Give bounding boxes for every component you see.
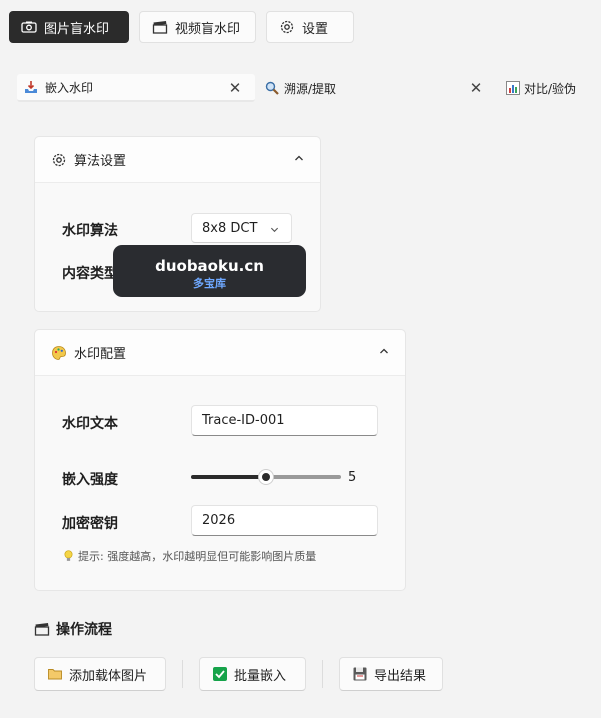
button-label: 导出结果 (374, 668, 427, 684)
close-icon[interactable]: ✕ (227, 79, 243, 97)
hint-text: 提示: 强度越高，水印越明显但可能影响图片质量 (62, 548, 316, 564)
card-title: 水印配置 (74, 347, 127, 362)
tab-label: 视频盲水印 (175, 21, 241, 37)
subtab-label: 溯源/提取 (284, 81, 337, 96)
overlay-site: duobaoku.cn (155, 257, 264, 275)
hint-label: 提示: 强度越高，水印越明显但可能影响图片质量 (78, 550, 317, 563)
subtab-label: 嵌入水印 (45, 80, 94, 95)
watermark-text-label: 水印文本 (62, 416, 118, 432)
button-label: 批量嵌入 (234, 668, 287, 684)
clapperboard-icon (152, 19, 168, 35)
magnifier-icon (264, 80, 280, 96)
strength-slider[interactable] (191, 469, 341, 485)
watermark-card-header[interactable]: 水印配置 (35, 330, 405, 376)
slider-thumb[interactable] (259, 470, 273, 484)
tab-video-watermark[interactable]: 视频盲水印 (139, 11, 256, 43)
algorithm-select[interactable]: 8x8 DCT (191, 213, 292, 243)
camera-icon (21, 19, 37, 35)
slider-track-empty (272, 475, 341, 479)
encryption-key-label: 加密密钥 (62, 516, 118, 532)
content-type-label: 内容类型 (62, 266, 118, 282)
chevron-up-icon[interactable] (294, 153, 304, 163)
overlay-name: 多宝库 (193, 277, 226, 290)
close-icon[interactable]: ✕ (468, 79, 484, 97)
gear-icon (51, 152, 67, 168)
toolbar-separator (182, 660, 183, 688)
tab-image-watermark[interactable]: 图片盲水印 (9, 11, 129, 43)
chevron-up-icon[interactable] (379, 346, 389, 356)
strength-value: 5 (348, 470, 357, 485)
subtab-embed[interactable]: 嵌入水印 ✕ (17, 74, 255, 102)
card-title: 算法设置 (74, 154, 127, 169)
add-carrier-image-button[interactable]: 添加载体图片 (34, 657, 166, 691)
subtab-compare[interactable]: 对比/验伪 (505, 74, 595, 102)
watermark-overlay: duobaoku.cn 多宝库 (113, 245, 306, 297)
lightbulb-icon (62, 550, 75, 563)
watermark-config-card: 水印配置 水印文本 Trace-ID-001 嵌入强度 5 加密密钥 2026 … (34, 329, 406, 591)
floppy-disk-icon (352, 666, 368, 682)
gear-icon (279, 19, 295, 35)
tab-label: 图片盲水印 (44, 21, 110, 37)
check-box-icon (212, 666, 228, 682)
workflow-title: 操作流程 (56, 622, 112, 638)
folder-icon (47, 666, 63, 682)
watermark-text-value: Trace-ID-001 (202, 413, 285, 428)
export-results-button[interactable]: 导出结果 (339, 657, 443, 691)
tab-label: 设置 (302, 21, 329, 37)
encryption-key-input[interactable]: 2026 (191, 505, 378, 536)
workflow-heading: 操作流程 (34, 619, 112, 639)
algorithm-value: 8x8 DCT (202, 220, 258, 236)
encryption-key-value: 2026 (202, 513, 236, 528)
subtab-trace[interactable]: 溯源/提取 ✕ (264, 74, 494, 102)
strength-label: 嵌入强度 (62, 472, 118, 488)
bar-chart-icon (505, 80, 521, 96)
toolbar-separator (322, 660, 323, 688)
inbox-tray-icon (23, 79, 39, 95)
tab-settings[interactable]: 设置 (266, 11, 354, 43)
clapperboard-icon (34, 621, 50, 637)
chevron-down-icon (270, 227, 279, 233)
button-label: 添加载体图片 (69, 668, 148, 684)
slider-track-filled (191, 475, 260, 479)
algorithm-label: 水印算法 (62, 223, 118, 239)
palette-icon (51, 345, 67, 361)
watermark-text-input[interactable]: Trace-ID-001 (191, 405, 378, 436)
subtab-label: 对比/验伪 (524, 81, 577, 96)
batch-embed-button[interactable]: 批量嵌入 (199, 657, 306, 691)
algorithm-card-header[interactable]: 算法设置 (35, 137, 320, 183)
